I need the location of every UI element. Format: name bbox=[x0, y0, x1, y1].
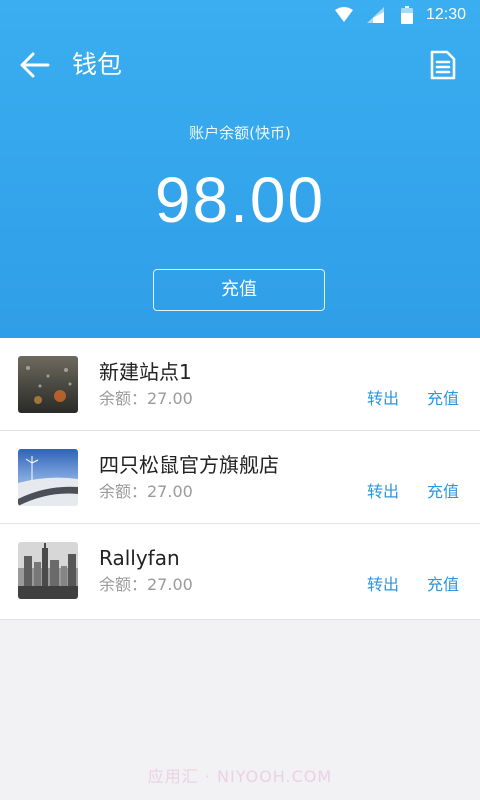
transfer-out-link[interactable]: 转出 bbox=[367, 388, 399, 410]
shop-name: Rallyfan bbox=[99, 546, 180, 570]
shop-name: 四只松鼠官方旗舰店 bbox=[99, 453, 279, 477]
recharge-button[interactable]: 充值 bbox=[153, 269, 325, 311]
recharge-link[interactable]: 充值 bbox=[427, 574, 459, 596]
signal-icon bbox=[367, 7, 384, 23]
watermark: 应用汇 · NIYOOH.COM bbox=[147, 767, 333, 786]
document-icon[interactable] bbox=[430, 50, 456, 80]
list-item: Rallyfan 余额：27.00 转出 充值 bbox=[0, 524, 480, 617]
list-item: 四只松鼠官方旗舰店 余额：27.00 转出 充值 bbox=[0, 431, 480, 524]
shop-name: 新建站点1 bbox=[99, 360, 192, 384]
page-title: 钱包 bbox=[72, 50, 123, 79]
city-skyline-thumbnail bbox=[18, 542, 78, 599]
transfer-out-link[interactable]: 转出 bbox=[367, 574, 399, 596]
shop-balance: 余额：27.00 bbox=[99, 482, 193, 501]
rainy-window-thumbnail bbox=[18, 356, 78, 413]
balance-amount: 98.00 bbox=[154, 164, 326, 236]
status-time: 12:30 bbox=[426, 6, 467, 23]
recharge-link[interactable]: 充值 bbox=[427, 388, 459, 410]
transfer-out-link[interactable]: 转出 bbox=[367, 481, 399, 503]
recharge-link[interactable]: 充值 bbox=[427, 481, 459, 503]
toolbar: 钱包 bbox=[0, 30, 480, 100]
wallet-header: 12:30 钱包 账户余额(快币) 98.00 充值 bbox=[0, 0, 480, 338]
status-bar: 12:30 bbox=[0, 0, 480, 30]
wifi-icon bbox=[335, 7, 353, 22]
arrow-left-icon[interactable] bbox=[20, 52, 50, 78]
balance-label: 账户余额(快币) bbox=[189, 124, 291, 142]
shop-wallet-list: 新建站点1 余额：27.00 转出 充值 四只松鼠官方旗舰店 余额：27.00 … bbox=[0, 338, 480, 620]
shop-balance: 余额：27.00 bbox=[99, 389, 193, 408]
list-item: 新建站点1 余额：27.00 转出 充值 bbox=[0, 338, 480, 431]
shop-balance: 余额：27.00 bbox=[99, 575, 193, 594]
battery-icon bbox=[401, 6, 413, 24]
road-windmill-thumbnail bbox=[18, 449, 78, 506]
